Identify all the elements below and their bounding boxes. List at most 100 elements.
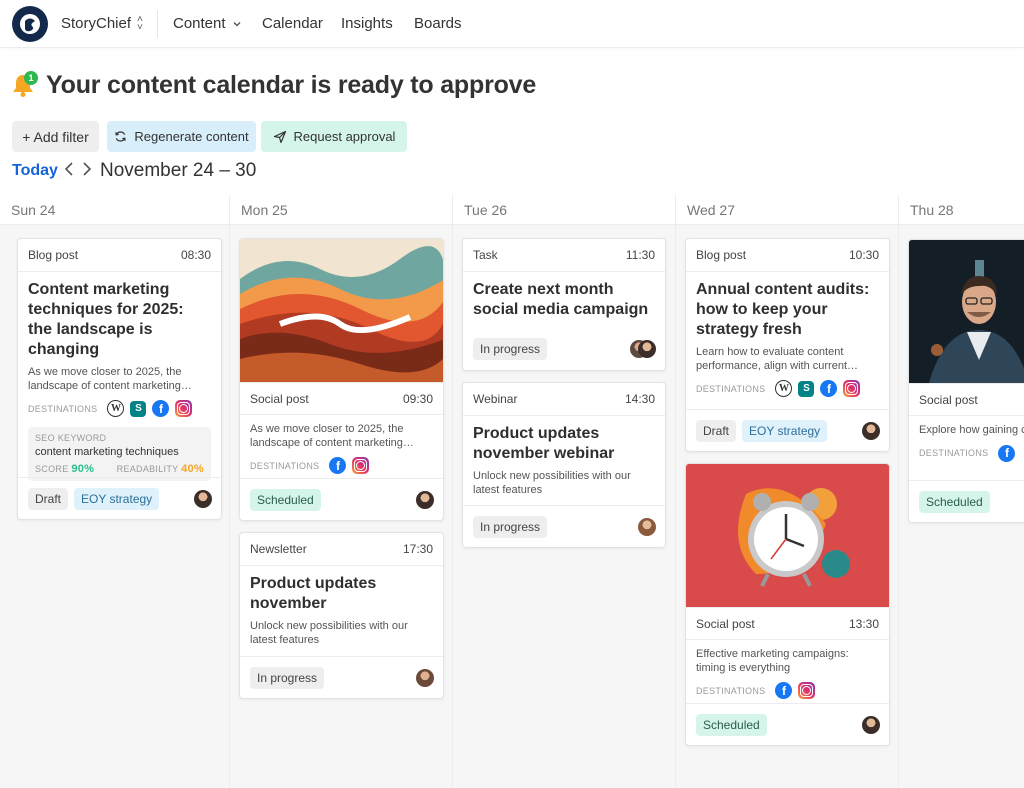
destinations: DESTINATIONS f <box>240 450 443 474</box>
chevron-right-icon[interactable] <box>82 160 92 178</box>
card-footer: In progress <box>240 656 443 698</box>
wordpress-icon: W <box>775 380 793 397</box>
status-badge[interactable]: In progress <box>473 515 548 538</box>
facebook-icon: f <box>998 444 1016 462</box>
chevron-down-icon <box>233 21 241 26</box>
destinations: DESTINATIONS f <box>686 675 889 699</box>
content-card[interactable]: Newsletter 17:30 Product updates november… <box>239 532 444 699</box>
button-label: Regenerate content <box>134 129 249 144</box>
content-card[interactable]: Blog post 08:30 Content marketing techniq… <box>17 238 222 520</box>
card-header: Blog post 08:30 <box>18 239 221 272</box>
content-card[interactable]: Social post Explore how gaining customer… <box>908 239 1024 523</box>
date-range: November 24 – 30 <box>100 160 257 181</box>
day-header: Wed 27 <box>676 195 899 225</box>
card-header: Social post <box>909 383 1024 416</box>
card-description: Learn how to evaluate content performanc… <box>696 346 859 372</box>
nav-label: Boards <box>414 15 462 32</box>
instagram-icon <box>843 380 861 397</box>
campaign-tag[interactable]: EOY strategy <box>74 487 160 510</box>
button-label: + Add filter <box>22 128 89 145</box>
score-value: 90% <box>71 463 95 475</box>
content-card[interactable]: Blog post 10:30 Annual content audits: ho… <box>685 238 890 452</box>
workspace-switcher[interactable]: StoryChief ˄ ˅ <box>61 13 143 33</box>
campaign-tag[interactable]: EOY strategy <box>742 419 828 442</box>
nav-item-insights[interactable]: Insights <box>341 15 393 32</box>
sharepoint-icon: S <box>130 400 147 417</box>
content-time: 09:30 <box>402 391 433 406</box>
score-label: SCORE <box>35 464 69 474</box>
card-header: Webinar 14:30 <box>463 383 665 416</box>
day-header: Mon 25 <box>230 195 453 225</box>
avatar[interactable] <box>416 668 434 687</box>
destinations-label: DESTINATIONS <box>919 448 989 458</box>
card-image <box>686 464 889 607</box>
status-badge[interactable]: Draft <box>696 419 737 442</box>
page-title: Your content calendar is ready to approv… <box>46 71 537 99</box>
content-type: Webinar <box>473 392 518 406</box>
content-card[interactable]: Social post 13:30 Effective marketing cam… <box>685 463 890 746</box>
destinations: DESTINATIONS W S f <box>686 373 889 397</box>
add-filter-button[interactable]: + Add filter <box>12 121 99 152</box>
content-time: 11:30 <box>625 248 655 262</box>
storychief-logo[interactable] <box>12 6 48 42</box>
chevron-updown-icon: ˄ ˅ <box>137 13 143 33</box>
card-footer: In progress <box>463 328 665 370</box>
avatar[interactable] <box>862 715 880 734</box>
refresh-icon <box>115 131 127 142</box>
card-footer: Draft EOY strategy <box>686 409 889 451</box>
content-time: 14:30 <box>624 392 655 406</box>
card-footer: Scheduled <box>909 480 1024 522</box>
avatar[interactable] <box>638 517 656 536</box>
avatar[interactable] <box>194 489 212 508</box>
content-card[interactable]: Social post 09:30 As we move closer to 20… <box>239 238 444 521</box>
card-header: Newsletter 17:30 <box>240 533 443 566</box>
card-description: Unlock new possibilities with our latest… <box>473 470 631 496</box>
card-description: As we move closer to 2025, the landscape… <box>28 366 192 392</box>
card-footer: Scheduled <box>686 703 889 745</box>
card-description: Explore how gaining customer insights ca <box>919 424 1024 436</box>
avatar[interactable] <box>862 421 880 440</box>
status-badge[interactable]: In progress <box>473 338 548 360</box>
avatar[interactable] <box>638 340 656 358</box>
nav-item-content[interactable]: Content <box>173 15 242 32</box>
status-badge[interactable]: Scheduled <box>919 490 990 513</box>
today-button[interactable]: Today <box>12 162 58 180</box>
status-badge[interactable]: Draft <box>28 487 69 510</box>
readability-label: READABILITY <box>116 464 179 474</box>
content-card[interactable]: Webinar 14:30 Product updates november we… <box>462 382 666 548</box>
card-title: Product updates november <box>250 575 377 612</box>
card-description: As we move closer to 2025, the landscape… <box>250 423 414 449</box>
content-time: 08:30 <box>180 248 211 262</box>
destinations-label: DESTINATIONS <box>28 403 98 414</box>
content-time: 13:30 <box>848 616 879 631</box>
status-badge[interactable]: Scheduled <box>696 713 767 736</box>
top-nav: StoryChief ˄ ˅ Content Calendar Insights … <box>0 0 1024 48</box>
request-approval-button[interactable]: Request approval <box>261 121 407 152</box>
seo-scores: SCORE 90% READABILITY 40% <box>35 463 204 475</box>
status-badge[interactable]: Scheduled <box>250 488 321 511</box>
card-footer: Scheduled <box>240 478 443 520</box>
sharepoint-icon: S <box>798 380 815 397</box>
week-navigation <box>64 160 92 178</box>
chevron-left-icon[interactable] <box>64 160 74 178</box>
content-card[interactable]: Task 11:30 Create next month social media… <box>462 238 666 371</box>
avatar[interactable] <box>416 490 434 509</box>
instagram-icon <box>175 400 193 417</box>
nav-item-calendar[interactable]: Calendar <box>262 15 323 32</box>
destinations-label: DESTINATIONS <box>250 460 320 471</box>
nav-item-boards[interactable]: Boards <box>414 15 462 32</box>
card-image <box>909 240 1024 383</box>
card-image <box>240 239 443 382</box>
card-header: Blog post 10:30 <box>686 239 889 272</box>
content-type: Newsletter <box>250 542 307 556</box>
regenerate-content-button[interactable]: Regenerate content <box>107 121 256 152</box>
status-badge[interactable]: In progress <box>250 666 325 689</box>
readability-value: 40% <box>181 463 204 475</box>
nav-divider <box>157 10 158 38</box>
content-type: Social post <box>696 616 755 631</box>
card-footer: Draft EOY strategy <box>18 477 221 519</box>
destinations: DESTINATIONS W S f <box>18 393 221 417</box>
seo-keyword: content marketing techniques <box>35 446 179 458</box>
card-header: Task 11:30 <box>463 239 665 272</box>
day-header: Tue 26 <box>453 195 676 225</box>
